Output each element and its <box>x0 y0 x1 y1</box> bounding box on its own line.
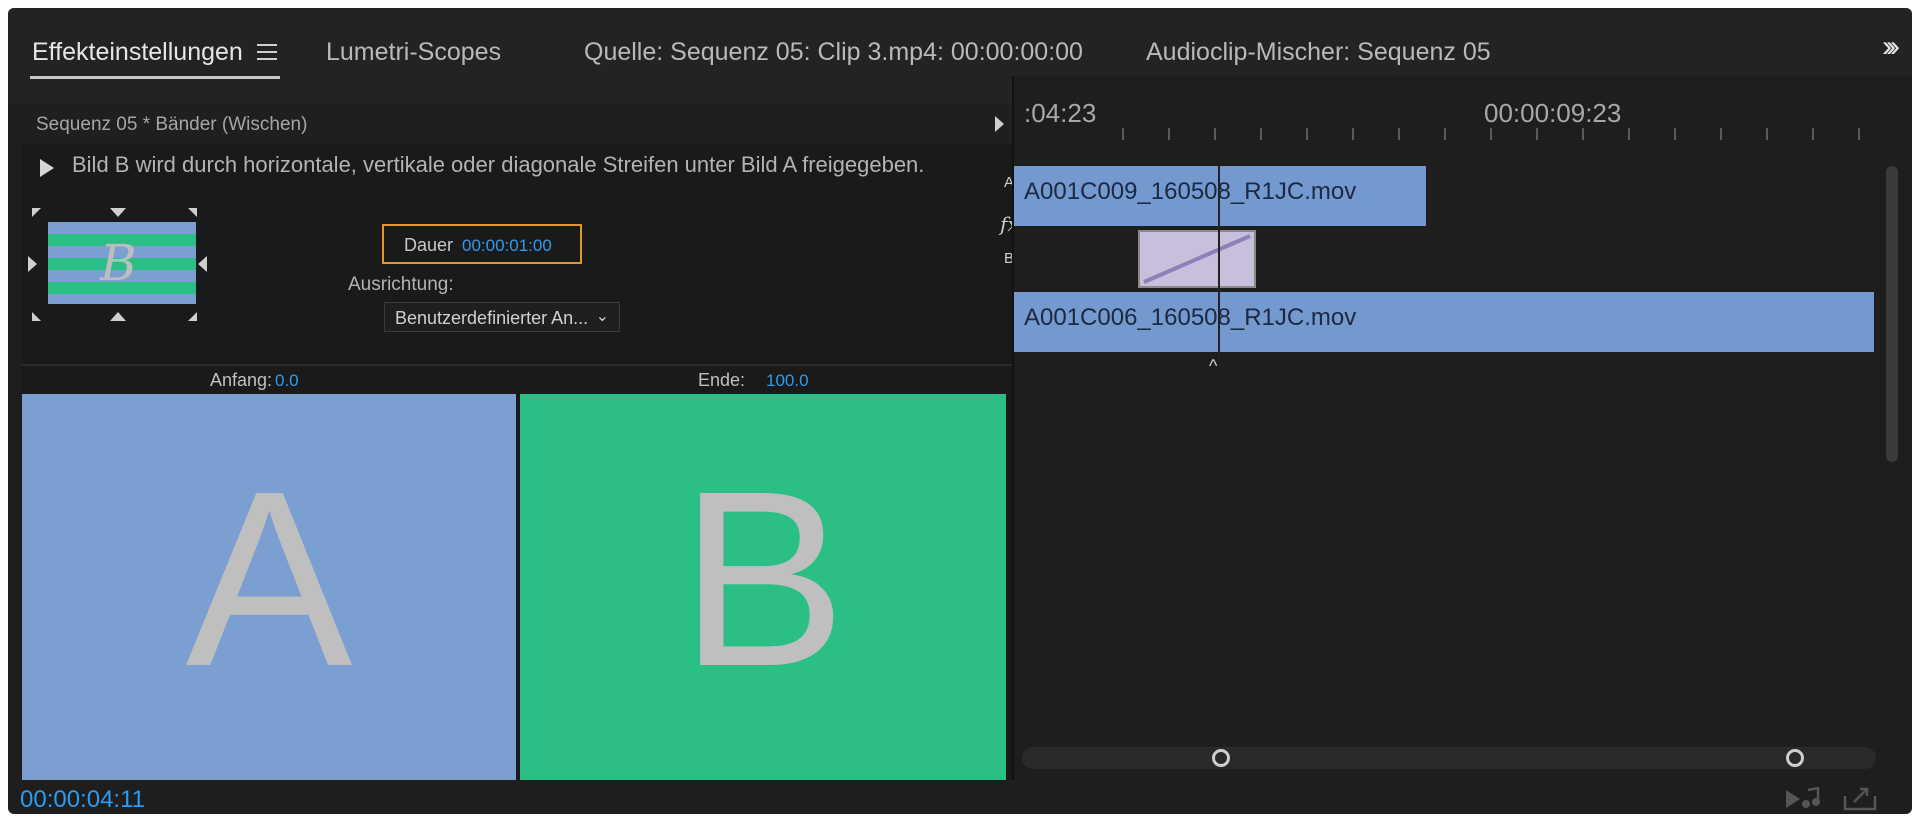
clip-a[interactable]: A001C009_160508_R1JC.mov <box>1014 166 1426 226</box>
thumbnail-letter: B <box>100 234 137 292</box>
preview-b[interactable]: B <box>520 394 1006 780</box>
vertical-scrollbar[interactable] <box>1886 166 1898 462</box>
clip-b[interactable]: A001C006_160508_R1JC.mov <box>1014 292 1874 352</box>
transition-thumbnail-area: B <box>26 200 207 326</box>
bottom-toolbar <box>1784 784 1878 814</box>
corner-arrow-icon[interactable] <box>32 312 41 321</box>
bottom-arrow-icon[interactable] <box>110 312 126 321</box>
effect-controls-window: Effekteinstellungen Lumetri-Scopes Quell… <box>8 8 1912 814</box>
end-value[interactable]: 100.0 <box>766 371 809 391</box>
play-transition-icon[interactable] <box>40 159 54 177</box>
active-tab-indicator <box>30 76 280 79</box>
horizontal-zoom-scrollbar[interactable] <box>1022 747 1876 769</box>
corner-arrow-icon[interactable] <box>188 208 197 217</box>
duration-field[interactable]: Dauer 00:00:01:00 <box>382 224 582 264</box>
transition-thumbnail: B <box>48 222 196 304</box>
alignment-value: Benutzerdefinierter An... <box>395 308 589 328</box>
zoom-handle-left[interactable] <box>1212 749 1230 767</box>
corner-arrow-icon[interactable] <box>188 312 197 321</box>
effect-settings-panel: Sequenz 05 * Bänder (Wischen) Bild B wir… <box>22 104 1020 780</box>
transition-description: Bild B wird durch horizontale, vertikale… <box>72 152 925 177</box>
sequence-title: Sequenz 05 * Bänder (Wischen) <box>36 114 308 135</box>
start-value[interactable]: 0.0 <box>275 371 299 391</box>
effect-timeline: :04:23 00:00:09:23 A001C009_160508_R1JC.… <box>1014 76 1912 778</box>
end-label: Ende: <box>698 370 746 390</box>
corner-arrow-icon[interactable] <box>32 208 41 217</box>
alignment-dropdown[interactable]: Benutzerdefinierter An... ⌄ <box>384 302 620 332</box>
divider <box>22 364 1020 366</box>
start-label: Anfang: <box>210 370 273 390</box>
preview-b-letter: B <box>679 439 847 718</box>
preview-a[interactable]: A <box>22 394 516 780</box>
transition-diagonal-icon <box>1143 234 1251 284</box>
clip-a-name: A001C009_160508_R1JC.mov <box>1024 178 1357 205</box>
show-timeline-arrow-icon[interactable] <box>995 116 1004 132</box>
sequence-header: Sequenz 05 * Bänder (Wischen) <box>22 104 1020 144</box>
play-audio-icon[interactable] <box>1784 786 1824 812</box>
chevron-down-icon: ⌄ <box>595 308 609 325</box>
clip-b-name: A001C006_160508_R1JC.mov <box>1024 304 1357 331</box>
transition-block[interactable] <box>1138 230 1256 288</box>
current-timecode[interactable]: 00:00:04:11 <box>20 786 145 814</box>
playhead[interactable] <box>1218 166 1220 362</box>
duration-value[interactable]: 00:00:01:00 <box>462 236 552 256</box>
right-arrow-icon[interactable] <box>198 256 207 272</box>
left-arrow-icon[interactable] <box>28 256 37 272</box>
tab-effect-controls[interactable]: Effekteinstellungen <box>32 38 243 67</box>
tab-source[interactable]: Quelle: Sequenz 05: Clip 3.mp4: 00:00:00… <box>584 38 1083 67</box>
preview-a-letter: A <box>185 439 353 718</box>
panel-menu-icon[interactable] <box>256 42 278 62</box>
tab-overflow-icon[interactable]: ››› <box>1882 30 1900 64</box>
tab-lumetri-scopes[interactable]: Lumetri-Scopes <box>326 38 501 67</box>
playhead-caret-icon[interactable]: ^ <box>1209 356 1217 377</box>
top-arrow-icon[interactable] <box>110 208 126 217</box>
ruler-time-left: :04:23 <box>1024 98 1097 128</box>
ruler-time-right: 00:00:09:23 <box>1484 98 1622 128</box>
export-icon[interactable] <box>1842 784 1878 812</box>
zoom-handle-right[interactable] <box>1786 749 1804 767</box>
tab-audio-clip-mixer[interactable]: Audioclip-Mischer: Sequenz 05 <box>1146 38 1491 67</box>
time-ruler[interactable] <box>1014 128 1894 144</box>
alignment-label: Ausrichtung: <box>348 274 454 295</box>
duration-label: Dauer <box>404 235 454 255</box>
